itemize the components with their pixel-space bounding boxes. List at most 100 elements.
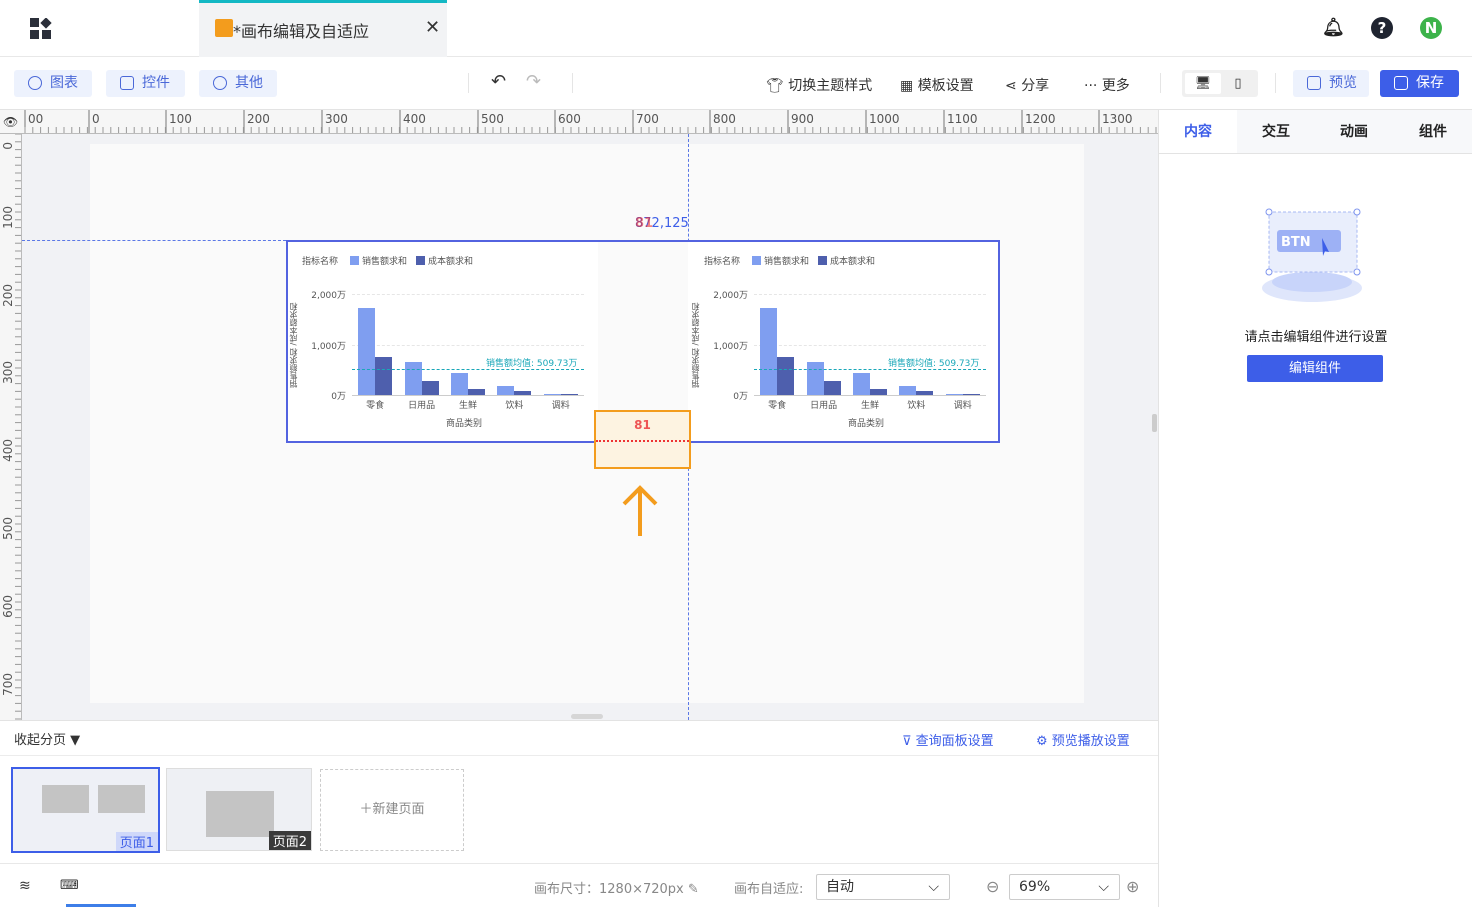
tab-content[interactable]: 内容 — [1159, 110, 1237, 154]
chevron-down-icon: ⌵ — [1098, 879, 1109, 895]
shirt-icon: 👕︎ — [766, 78, 784, 94]
tab-canvas-edit[interactable]: *画布编辑及自适应 ✕ — [199, 0, 447, 57]
ruler-top-label: 400 — [403, 112, 426, 126]
plus-icon: ＋ — [359, 802, 373, 817]
page-2-label: 页面2 — [268, 831, 311, 850]
ruler-top-label: 1200 — [1025, 112, 1056, 126]
ruler-top-label: 1100 — [947, 112, 978, 126]
zoom-out-icon[interactable]: ⊖ — [986, 877, 999, 896]
toolbar: 图表 控件 其他 ↶ ↷ 👕︎ 切换主题样式 ▦ 模板设置 ⋖ 分享 ··· 更… — [0, 57, 1472, 110]
new-page-label: 新建页面 — [372, 802, 425, 817]
ruler-left-label: 0 — [1, 142, 15, 150]
theme-label: 切换主题样式 — [788, 78, 873, 94]
layers-icon[interactable]: ≋ — [19, 878, 31, 894]
query-settings-label: 查询面板设置 — [915, 734, 994, 749]
preview-label: 预览 — [1329, 75, 1357, 91]
btn-illustration-text: BTN — [1281, 235, 1311, 250]
app-grid-icon[interactable] — [30, 17, 52, 40]
widget-button[interactable]: 控件 — [106, 70, 185, 97]
ruler-left-label: 500 — [1, 517, 15, 540]
preview-button[interactable]: 预览 — [1293, 70, 1369, 97]
ruler-left: 0 100 200 300 400 500 600 700 — [0, 134, 22, 720]
more-button[interactable]: ··· 更多 — [1084, 75, 1130, 95]
template-button[interactable]: ▦ 模板设置 — [900, 75, 974, 95]
ruler-top: 00 0 100 200 300 400 500 600 700 800 900 1000 1100 12… — [0, 110, 1158, 134]
ruler-left-label: 200 — [1, 284, 15, 307]
gap-label: 81 — [634, 418, 651, 432]
query-settings-link[interactable]: ⊽ 查询面板设置 — [902, 730, 994, 749]
top-bar: *画布编辑及自适应 ✕ 🔔︎ ? N — [0, 0, 1472, 57]
ruler-top-label: 700 — [636, 112, 659, 126]
tab-component[interactable]: 组件 — [1393, 110, 1472, 154]
status-bar: ≋ ⌨ 画布尺寸：1280×720px ✎ 画布自适应: 自动 ⌵ ⊖ 69% ⌵ … — [0, 863, 1158, 907]
adapt-label: 画布自适应: — [734, 882, 804, 897]
mobile-icon[interactable]: ▯ — [1227, 73, 1249, 94]
page-bar: 收起分页 ▼ ⊽ 查询面板设置 ⚙ 预览播放设置 页面1 页面2 ＋新建页面 — [0, 720, 1158, 863]
save-icon — [1394, 76, 1408, 90]
chart-button-label: 图表 — [50, 75, 78, 91]
share-icon: ⋖ — [1005, 78, 1017, 94]
page-thumb-2[interactable]: 页面2 — [166, 768, 312, 851]
zoom-in-icon[interactable]: ⊕ — [1126, 877, 1139, 896]
ruler-left-label: 100 — [1, 206, 15, 229]
hint-text: 请点击编辑组件进行设置 — [1244, 330, 1388, 345]
guide-line-h — [22, 240, 286, 241]
tab-title: *画布编辑及自适应 — [233, 22, 370, 41]
adapt-select[interactable]: 自动 ⌵ — [816, 874, 950, 900]
page-thumb-1[interactable]: 页面1 — [11, 767, 160, 853]
avatar[interactable]: N — [1420, 17, 1442, 39]
other-icon — [213, 76, 227, 90]
keyboard-icon[interactable]: ⌨ — [60, 878, 79, 893]
page-1-label: 页面1 — [115, 832, 158, 851]
share-button[interactable]: ⋖ 分享 — [1005, 75, 1049, 95]
desktop-icon[interactable]: 🖥︎ — [1185, 73, 1221, 94]
ruler-top-label: 300 — [325, 112, 348, 126]
ruler-top-label: 900 — [791, 112, 814, 126]
canvas-size-value: 画布尺寸：1280×720px — [534, 882, 684, 897]
ruler-left-label: 600 — [1, 595, 15, 618]
play-settings-link[interactable]: ⚙ 预览播放设置 — [1036, 730, 1130, 749]
scroll-handle[interactable] — [571, 714, 603, 719]
ruler-top-label: 1300 — [1102, 112, 1133, 126]
ruler-left-label: 700 — [1, 673, 15, 696]
theme-button[interactable]: 👕︎ 切换主题样式 — [766, 75, 872, 95]
preview-icon — [1307, 76, 1321, 90]
widget-icon — [120, 76, 134, 90]
caret-down-icon: ▼ — [70, 733, 81, 748]
collapse-pages-toggle[interactable]: 收起分页 ▼ — [14, 729, 80, 748]
ruler-left-label: 300 — [1, 361, 15, 384]
adapt-value: 自动 — [826, 879, 854, 895]
redo-icon[interactable]: ↷ — [526, 71, 541, 92]
ruler-top-label: 1000 — [869, 112, 900, 126]
canvas-workspace[interactable]: 指标名称 销售额求和 成本额求和 2,000万 1,000万 0万 销售额求和 /成本额求和… — [22, 134, 1158, 720]
chart-icon — [28, 76, 42, 90]
other-button[interactable]: 其他 — [199, 70, 277, 97]
new-page-button[interactable]: ＋新建页面 — [320, 769, 464, 851]
chevron-down-icon: ⌵ — [928, 879, 939, 895]
tab-interaction[interactable]: 交互 — [1237, 110, 1315, 154]
ruler-top-label: 800 — [713, 112, 736, 126]
eye-icon[interactable]: 👁︎ — [3, 115, 18, 129]
template-label: 模板设置 — [917, 78, 974, 94]
save-button[interactable]: 保存 — [1380, 70, 1459, 97]
widget-button-label: 控件 — [142, 75, 170, 91]
edit-component-button[interactable]: 编辑组件 — [1247, 355, 1383, 382]
zoom-value: 69% — [1019, 879, 1051, 895]
share-label: 分享 — [1021, 78, 1050, 94]
canvas-size-text: 画布尺寸：1280×720px ✎ — [534, 878, 699, 897]
ruler-top-label: 0 — [92, 112, 100, 126]
edit-pencil-icon[interactable]: ✎ — [688, 882, 699, 897]
ruler-top-label: 600 — [558, 112, 581, 126]
ruler-top-label: 200 — [247, 112, 270, 126]
other-button-label: 其他 — [235, 75, 263, 91]
undo-icon[interactable]: ↶ — [491, 71, 506, 92]
close-icon[interactable]: ✕ — [425, 17, 440, 38]
help-icon[interactable]: ? — [1371, 17, 1393, 39]
ruler-top-label: 100 — [169, 112, 192, 126]
zoom-select[interactable]: 69% ⌵ — [1009, 874, 1120, 900]
more-label: 更多 — [1101, 78, 1130, 94]
tab-animation[interactable]: 动画 — [1315, 110, 1393, 154]
bell-icon[interactable]: 🔔︎ — [1322, 17, 1345, 39]
panel-resize-handle[interactable] — [1152, 414, 1157, 432]
chart-button[interactable]: 图表 — [14, 70, 92, 97]
